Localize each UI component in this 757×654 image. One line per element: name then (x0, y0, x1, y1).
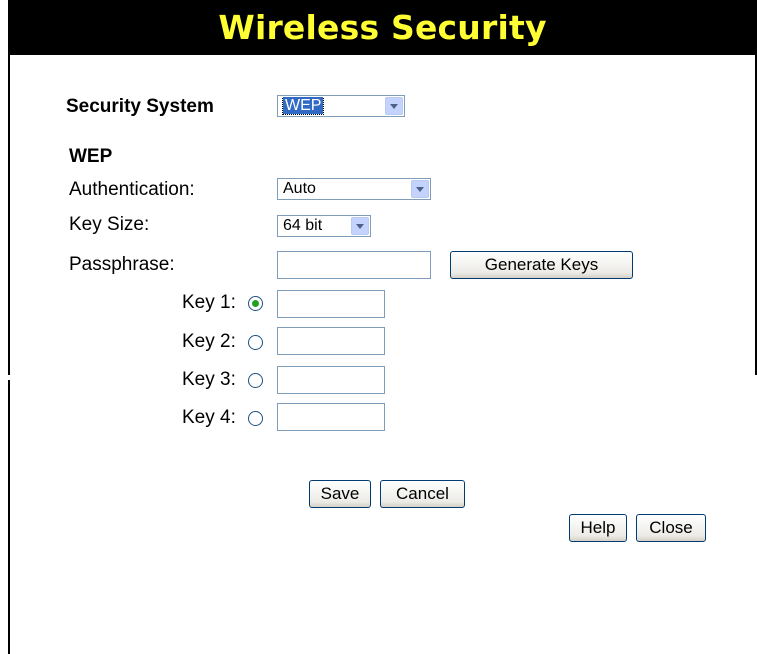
security-system-select[interactable]: WEP (277, 95, 405, 117)
key-2-label: Key 2: (182, 331, 236, 352)
key-3-radio[interactable] (248, 373, 263, 388)
key-size-label: Key Size: (69, 214, 150, 235)
authentication-label: Authentication: (69, 179, 195, 200)
key-size-select[interactable]: 64 bit (277, 215, 371, 237)
key-2-radio[interactable] (248, 335, 263, 350)
key-1-label: Key 1: (182, 292, 236, 313)
key-3-input[interactable] (277, 366, 385, 394)
save-button[interactable]: Save (309, 480, 371, 508)
key-1-radio[interactable] (248, 296, 263, 311)
key-4-label: Key 4: (182, 407, 236, 428)
header-bar: Wireless Security (8, 0, 757, 55)
key-3-label: Key 3: (182, 369, 236, 390)
chevron-down-icon[interactable] (411, 180, 429, 198)
passphrase-input[interactable] (277, 251, 431, 279)
key-4-input[interactable] (277, 403, 385, 431)
key-1-input[interactable] (277, 290, 385, 318)
close-button[interactable]: Close (636, 514, 706, 542)
wep-section-title: WEP (69, 146, 113, 167)
generate-keys-button[interactable]: Generate Keys (450, 251, 633, 279)
page-title: Wireless Security (218, 8, 547, 47)
security-system-label: Security System (66, 96, 214, 117)
authentication-select[interactable]: Auto (277, 178, 431, 200)
key-4-radio[interactable] (248, 411, 263, 426)
cancel-button[interactable]: Cancel (380, 480, 465, 508)
key-2-input[interactable] (277, 327, 385, 355)
passphrase-label: Passphrase: (69, 254, 175, 275)
page-border-left-lower (8, 380, 10, 654)
key-size-value: 64 bit (283, 217, 323, 234)
help-button[interactable]: Help (569, 514, 627, 542)
page-border-left (8, 55, 10, 375)
security-system-value: WEP (281, 97, 325, 115)
authentication-value: Auto (283, 180, 316, 197)
chevron-down-icon[interactable] (351, 217, 369, 235)
chevron-down-icon[interactable] (385, 97, 403, 115)
